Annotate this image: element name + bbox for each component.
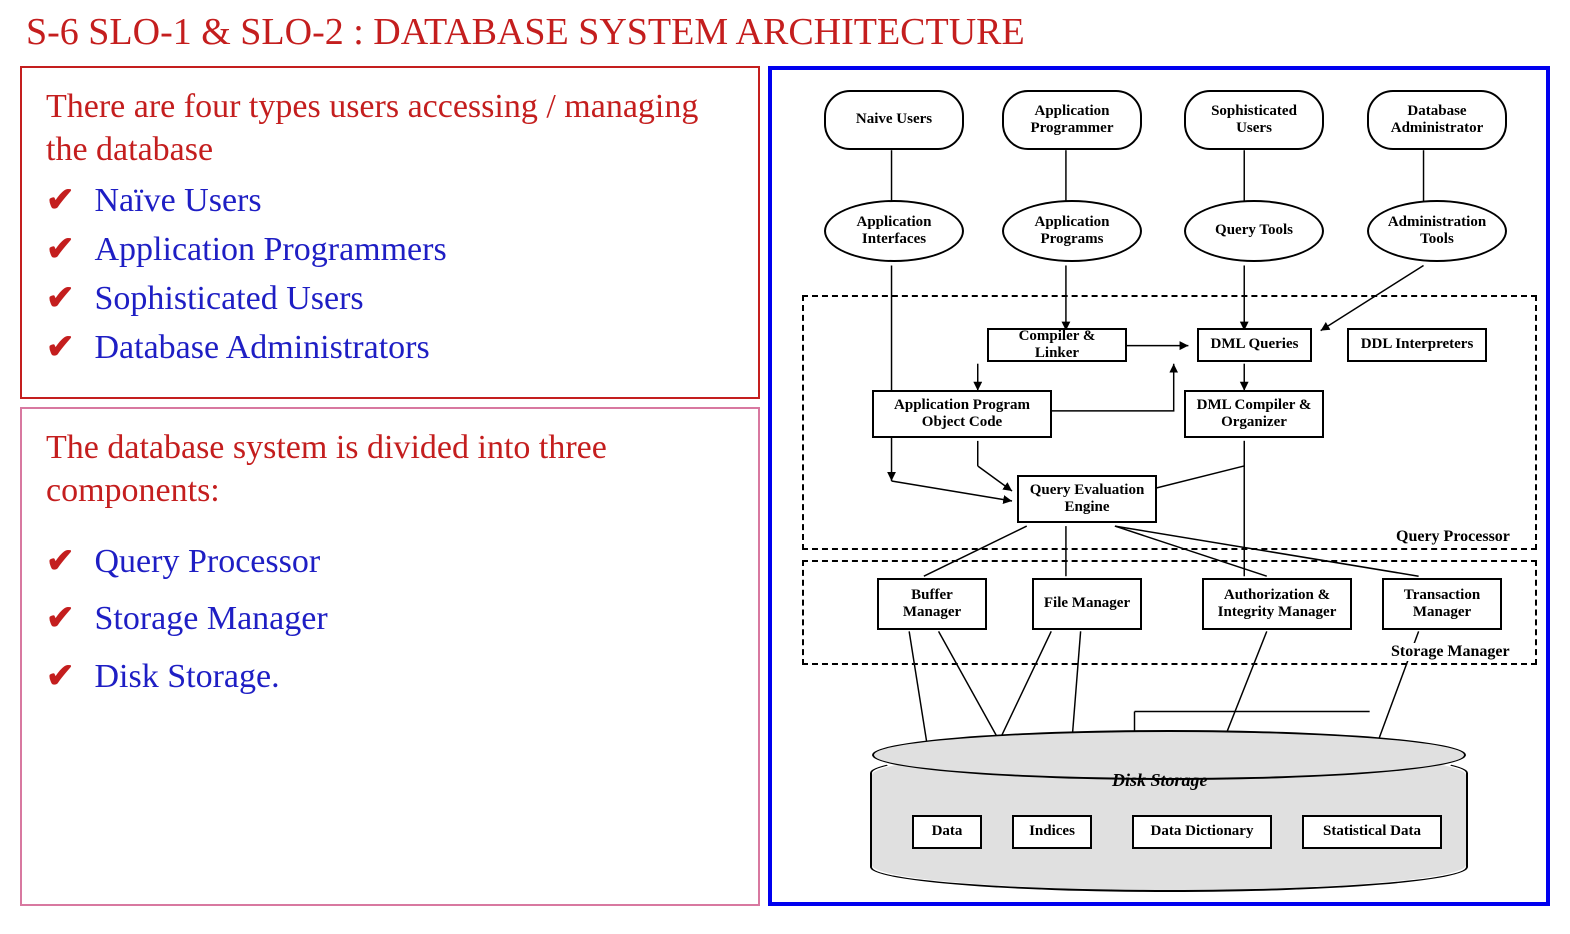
tool-admin-tools: Administration Tools (1367, 200, 1507, 262)
components-box: The database system is divided into thre… (20, 407, 760, 906)
compiler-linker: Compiler & Linker (987, 328, 1127, 362)
buffer-manager: Buffer Manager (877, 578, 987, 630)
query-processor-label: Query Processor (1392, 528, 1514, 546)
query-evaluation-engine: Query Evaluation Engine (1017, 475, 1157, 523)
tool-app-programs: Application Programs (1002, 200, 1142, 262)
user-dba: Database Administrator (1367, 90, 1507, 150)
list-item: ✔Sophisticated Users (46, 279, 734, 318)
dml-queries: DML Queries (1197, 328, 1312, 362)
users-list: ✔Naïve Users ✔Application Programmers ✔S… (46, 181, 734, 367)
checkmark-icon: ✔ (46, 279, 75, 318)
disk-statistical-data: Statistical Data (1302, 815, 1442, 849)
checkmark-icon: ✔ (46, 599, 75, 638)
disk-data-dictionary: Data Dictionary (1132, 815, 1272, 849)
list-item: ✔Storage Manager (46, 599, 734, 638)
user-sophisticated: Sophisticated Users (1184, 90, 1324, 150)
list-item: ✔Application Programmers (46, 230, 734, 269)
user-app-programmer: Application Programmer (1002, 90, 1142, 150)
checkmark-icon: ✔ (46, 657, 75, 696)
users-box: There are four types users accessing / m… (20, 66, 760, 399)
page-title: S-6 SLO-1 & SLO-2 : DATABASE SYSTEM ARCH… (20, 10, 1550, 54)
left-panel: There are four types users accessing / m… (20, 66, 760, 906)
diagram-panel: Naive Users Application Programmer Sophi… (768, 66, 1550, 906)
list-item: ✔Query Processor (46, 542, 734, 581)
storage-manager-label: Storage Manager (1387, 643, 1514, 661)
app-program-obj-code: Application Program Object Code (872, 390, 1052, 438)
list-item: ✔Naïve Users (46, 181, 734, 220)
disk-data: Data (912, 815, 982, 849)
ddl-interpreters: DDL Interpreters (1347, 328, 1487, 362)
user-naive: Naive Users (824, 90, 964, 150)
checkmark-icon: ✔ (46, 328, 75, 367)
checkmark-icon: ✔ (46, 181, 75, 220)
list-item: ✔Database Administrators (46, 328, 734, 367)
disk-indices: Indices (1012, 815, 1092, 849)
list-item: ✔Disk Storage. (46, 657, 734, 696)
authorization-integrity-manager: Authorization & Integrity Manager (1202, 578, 1352, 630)
components-intro: The database system is divided into thre… (46, 427, 734, 512)
components-list: ✔Query Processor ✔Storage Manager ✔Disk … (46, 542, 734, 695)
dml-compiler-organizer: DML Compiler & Organizer (1184, 390, 1324, 438)
checkmark-icon: ✔ (46, 230, 75, 269)
main-content: There are four types users accessing / m… (20, 66, 1550, 906)
disk-storage-label: Disk Storage (1112, 770, 1232, 791)
checkmark-icon: ✔ (46, 542, 75, 581)
tool-query-tools: Query Tools (1184, 200, 1324, 262)
architecture-diagram: Naive Users Application Programmer Sophi… (772, 70, 1546, 902)
users-intro: There are four types users accessing / m… (46, 86, 734, 171)
tool-app-interfaces: Application Interfaces (824, 200, 964, 262)
file-manager: File Manager (1032, 578, 1142, 630)
transaction-manager: Transaction Manager (1382, 578, 1502, 630)
